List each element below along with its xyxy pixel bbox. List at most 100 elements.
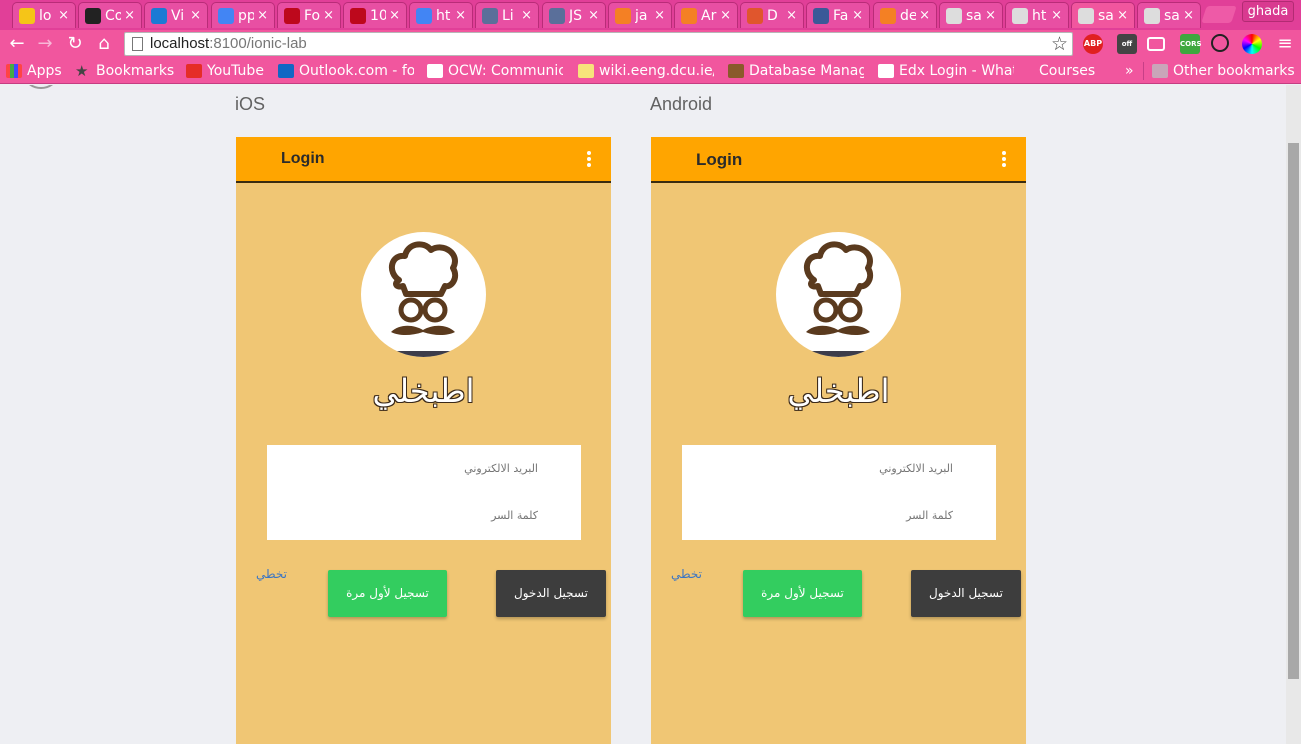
bookmark-courses[interactable]: Courses [1028,62,1095,80]
cors-icon[interactable]: CORS [1180,34,1202,54]
email-field[interactable] [318,462,538,482]
tab-close-icon[interactable]: × [455,8,466,23]
email-input[interactable] [318,462,538,475]
tab-close-icon[interactable]: × [58,8,69,23]
browser-tab[interactable]: pp × [211,2,275,28]
browser-tab[interactable]: Vi × [144,2,208,28]
tab-close-icon[interactable]: × [323,8,334,23]
outlook-icon [278,64,294,78]
password-input[interactable] [318,509,538,522]
tab-close-icon[interactable]: × [124,8,135,23]
address-bar[interactable]: localhost:8100/ionic-lab ☆ [124,32,1073,56]
forward-arrow-icon[interactable]: → [34,33,56,55]
tab-close-icon[interactable]: × [786,8,797,23]
off-extension-icon[interactable]: off [1117,34,1137,54]
record-icon[interactable] [1211,34,1229,52]
tab-favicon-icon [284,7,300,24]
tab-close-icon[interactable]: × [521,8,532,23]
bookmark-outlook[interactable]: Outlook.com - fo [278,62,414,80]
password-field[interactable] [318,509,538,529]
home-icon[interactable]: ⌂ [93,33,115,55]
signup-button[interactable]: تسجيل لأول مرة [328,570,447,617]
bookmark-apps[interactable]: Apps [6,62,62,80]
password-input[interactable] [733,509,953,522]
skip-link[interactable]: تخطي [256,567,287,581]
reload-icon[interactable]: ↻ [64,33,86,55]
scrollbar-thumb[interactable] [1288,143,1299,679]
email-input[interactable] [733,462,953,475]
bookmark-ocw[interactable]: OCW: Communic [427,62,563,80]
bookmark-bookmarks[interactable]: ★ Bookmarks [75,62,174,80]
chef-icon [388,241,459,335]
more-vertical-icon[interactable] [587,151,591,169]
tab-close-icon[interactable]: × [1183,8,1194,23]
adblock-icon[interactable]: ABP [1083,34,1103,54]
new-tab-button[interactable] [1201,6,1237,23]
browser-tab[interactable]: sa × [939,2,1003,28]
ionic-logo-icon [25,85,57,89]
tab-favicon-icon [85,7,101,24]
browser-tab[interactable]: sa × [1137,2,1201,28]
browser-tab[interactable]: D × [740,2,804,28]
tab-label: Fa [833,7,849,24]
bookmark-other[interactable]: Other bookmarks [1152,62,1295,80]
browser-tab[interactable]: Fo × [277,2,341,28]
page-scrollbar[interactable] [1286,85,1301,744]
login-form [267,445,581,540]
color-wheel-icon[interactable] [1242,34,1262,54]
browser-tab[interactable]: ja × [608,2,672,28]
person-icon [728,64,744,78]
email-field[interactable] [733,462,953,482]
profile-button[interactable]: ghada [1242,1,1294,22]
browser-tab[interactable]: ht × [409,2,473,28]
tab-label: Vi [171,7,185,24]
tab-favicon-icon [151,7,167,24]
tab-favicon-icon [813,7,829,24]
back-arrow-icon[interactable]: ← [6,33,28,55]
browser-tab[interactable]: ht × [1005,2,1069,28]
tab-close-icon[interactable]: × [257,8,268,23]
login-button[interactable]: تسجيل الدخول [911,570,1021,617]
tab-close-icon[interactable]: × [919,8,930,23]
signup-button[interactable]: تسجيل لأول مرة [743,570,862,617]
browser-tab[interactable]: 10 × [343,2,407,28]
ios-header: Login [236,137,611,183]
bookmark-edx[interactable]: Edx Login - What [878,62,1014,80]
bookmark-database[interactable]: Database Manag [728,62,864,80]
tab-close-icon[interactable]: × [190,8,201,23]
browser-tab[interactable]: JS × [542,2,606,28]
tab-close-icon[interactable]: × [654,8,665,23]
tab-favicon-icon [747,7,763,24]
tab-close-icon[interactable]: × [588,8,599,23]
browser-tab[interactable]: Co× [78,2,142,28]
tab-label: sa [966,7,982,24]
search-icon [878,64,894,78]
bookmark-overflow-chevron[interactable]: » [1125,62,1134,80]
more-vertical-icon[interactable] [1002,151,1006,169]
menu-icon[interactable]: ≡ [1274,33,1296,55]
android-device-frame: Login اطبخلي تخطي تسجيل لأول مرة تسجيل ا… [651,137,1026,744]
tab-close-icon[interactable]: × [985,8,996,23]
browser-tab[interactable]: sa × [1071,2,1135,28]
browser-tab[interactable]: Ar × [674,2,738,28]
browser-tab[interactable]: Li × [475,2,539,28]
tab-label: ht [436,7,451,24]
browser-tab[interactable]: Fa × [806,2,870,28]
tab-close-icon[interactable]: × [1051,8,1062,23]
cast-icon[interactable] [1147,37,1165,51]
tab-close-icon[interactable]: × [720,8,731,23]
bookmark-youtube[interactable]: YouTube [186,62,264,80]
password-field[interactable] [733,509,953,529]
browser-tab[interactable]: lo × [12,2,76,28]
tab-label: ja [635,7,648,24]
bookmark-wiki[interactable]: wiki.eeng.dcu.ie/ [578,62,714,80]
tab-close-icon[interactable]: × [1117,8,1128,23]
tab-close-icon[interactable]: × [852,8,863,23]
login-button[interactable]: تسجيل الدخول [496,570,606,617]
skip-link[interactable]: تخطي [671,567,702,581]
tab-close-icon[interactable]: × [389,8,400,23]
android-header: Login [651,137,1026,183]
browser-tab[interactable]: de × [873,2,937,28]
tab-label: Co [105,7,121,24]
bookmark-star-icon[interactable]: ☆ [1051,33,1068,55]
